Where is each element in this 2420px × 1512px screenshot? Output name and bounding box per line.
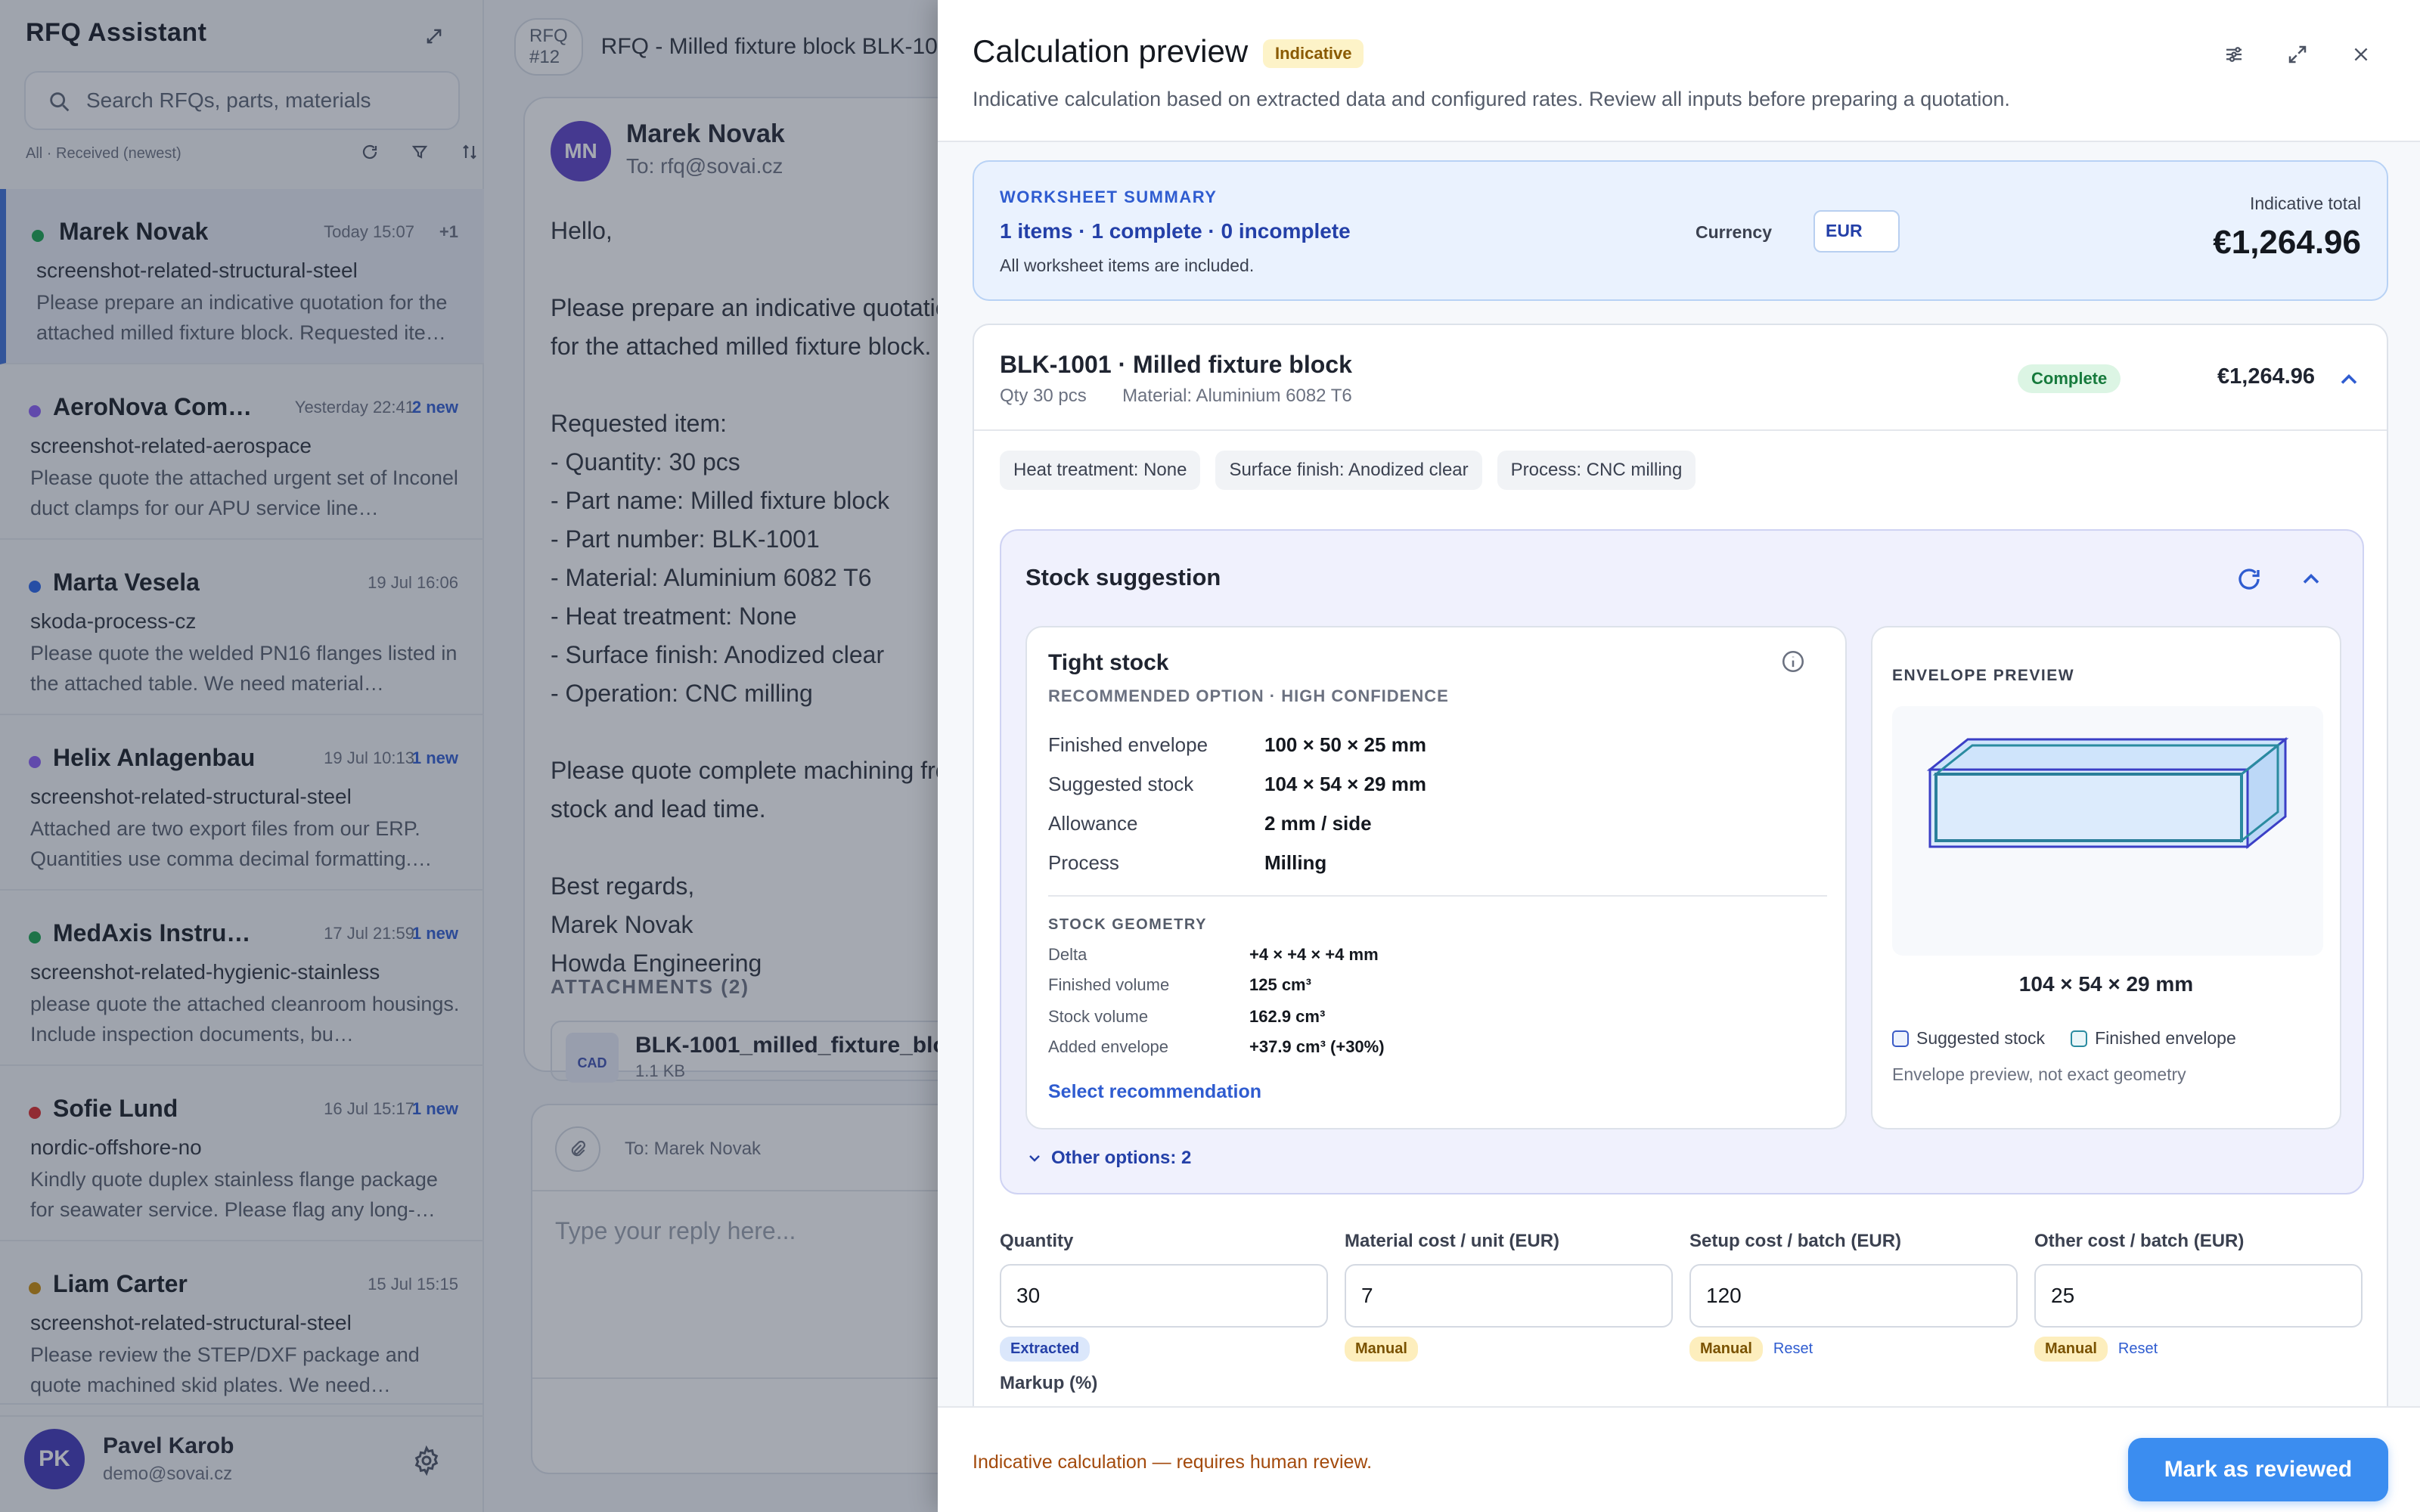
panel-title: Calculation preview (973, 33, 1249, 69)
total-label: Indicative total (2249, 194, 2361, 213)
select-recommendation-button[interactable]: Select recommendation (1048, 1081, 1261, 1103)
row-label: Process (1048, 851, 1119, 874)
markup-label: Markup (%) (1000, 1373, 1098, 1393)
row-label: Finished envelope (1048, 733, 1208, 756)
indicative-badge: Indicative (1263, 39, 1364, 68)
field-label: Setup cost / batch (EUR) (1689, 1231, 1902, 1251)
legend-finished-envelope[interactable]: Finished envelope (2071, 1028, 2236, 1049)
worksheet-item: BLK-1001 · Milled fixture block Qty 30 p… (973, 324, 2388, 1406)
source-tag: Manual (1689, 1337, 1763, 1362)
stock-suggestion: Stock suggestion Tight stock RECOMMENDED… (1000, 529, 2364, 1194)
source-tag: Manual (1345, 1337, 1418, 1362)
item-qty: Qty 30 pcs (1000, 386, 1087, 406)
envelope-preview: ENVELOPE PREVIEW 104 × 54 × 29 mm Sugges… (1871, 626, 2341, 1129)
summary-label: WORKSHEET SUMMARY (1000, 187, 1218, 206)
item-meta: Qty 30 pcs Material: Aluminium 6082 T6 (1000, 386, 1352, 407)
row-label: Suggested stock (1048, 773, 1194, 795)
item-material: Material: Aluminium 6082 T6 (1122, 386, 1352, 406)
setup-cost-input[interactable]: 120 (1689, 1264, 2018, 1328)
row-value: 100 × 50 × 25 mm (1264, 733, 1426, 756)
panel-subtitle: Indicative calculation based on extracte… (973, 88, 2010, 110)
attribute-chip: Heat treatment: None (1000, 451, 1201, 490)
row-value: 104 × 54 × 29 mm (1264, 773, 1426, 795)
stock-title: Stock suggestion (1025, 564, 1221, 590)
item-attributes: Heat treatment: None Surface finish: Ano… (1000, 451, 1696, 490)
refresh-icon[interactable] (2235, 565, 2263, 593)
other-cost-field-group: Other cost / batch (EUR) 25 Manual Reset (2034, 1231, 2363, 1362)
panel-content[interactable]: WORKSHEET SUMMARY 1 items · 1 complete ·… (938, 142, 2420, 1406)
review-warning: Indicative calculation — requires human … (973, 1452, 1373, 1473)
reset-link[interactable]: Reset (1773, 1340, 1813, 1357)
reset-link[interactable]: Reset (2118, 1340, 2158, 1357)
envelope-label: ENVELOPE PREVIEW (1892, 667, 2075, 684)
info-icon[interactable] (1780, 649, 1806, 674)
row-value: 2 mm / side (1264, 812, 1372, 835)
legend-suggested-stock[interactable]: Suggested stock (1892, 1028, 2045, 1049)
geometry-key: Finished volume (1048, 975, 1170, 994)
chevron-up-icon[interactable] (2297, 565, 2325, 593)
geometry-label: STOCK GEOMETRY (1048, 916, 1207, 933)
chevron-up-icon[interactable] (2335, 366, 2363, 393)
field-label: Material cost / unit (EUR) (1345, 1231, 1560, 1251)
option-title: Tight stock (1048, 650, 1169, 675)
legend-label: Suggested stock (1916, 1028, 2046, 1048)
summary-counts: 1 items · 1 complete · 0 incomplete (1000, 219, 1351, 243)
envelope-drawing (1892, 706, 2323, 956)
status-badge: Complete (2018, 364, 2121, 393)
field-label: Quantity (1000, 1231, 1074, 1251)
expand-icon[interactable] (2282, 39, 2313, 70)
worksheet-summary: WORKSHEET SUMMARY 1 items · 1 complete ·… (973, 160, 2388, 301)
mark-as-reviewed-button[interactable]: Mark as reviewed (2128, 1438, 2388, 1501)
geometry-value: 162.9 cm³ (1249, 1007, 1326, 1026)
geometry-key: Stock volume (1048, 1007, 1149, 1026)
legend-label: Finished envelope (2095, 1028, 2236, 1048)
currency-label: Currency (1696, 222, 1772, 242)
geometry-key: Added envelope (1048, 1037, 1169, 1056)
material-cost-field-group: Material cost / unit (EUR) 7 Manual (1345, 1231, 1673, 1362)
divider (1048, 895, 1827, 897)
panel-footer: Indicative calculation — requires human … (938, 1406, 2420, 1512)
stock-box-illustration (1926, 736, 2289, 850)
setup-cost-field-group: Setup cost / batch (EUR) 120 Manual Reset (1689, 1231, 2018, 1362)
quantity-field-group: Quantity 30 Extracted (1000, 1231, 1328, 1362)
checkbox[interactable] (2071, 1030, 2088, 1047)
geometry-value: +4 × +4 × +4 mm (1249, 945, 1379, 964)
settings-sliders-icon[interactable] (2219, 39, 2249, 70)
item-header[interactable]: BLK-1001 · Milled fixture block Qty 30 p… (974, 325, 2387, 431)
row-value: Milling (1264, 851, 1327, 874)
other-options-label: Other options: 2 (1051, 1148, 1192, 1168)
geometry-value: +37.9 cm³ (+30%) (1249, 1037, 1385, 1056)
geometry-key: Delta (1048, 945, 1087, 964)
quantity-input[interactable]: 30 (1000, 1264, 1328, 1328)
geometry-value: 125 cm³ (1249, 975, 1311, 994)
close-icon[interactable] (2346, 39, 2376, 70)
material-cost-input[interactable]: 7 (1345, 1264, 1673, 1328)
option-confidence: RECOMMENDED OPTION · HIGH CONFIDENCE (1048, 686, 1449, 705)
calculation-preview-panel: Calculation preview Indicative Indicativ… (938, 0, 2420, 1512)
envelope-dimensions: 104 × 54 × 29 mm (2018, 972, 2194, 996)
item-title: BLK-1001 · Milled fixture block (1000, 351, 1352, 378)
indicative-total: €1,264.96 (2213, 224, 2361, 261)
attribute-chip: Surface finish: Anodized clear (1215, 451, 1482, 490)
tight-stock-option[interactable]: Tight stock RECOMMENDED OPTION · HIGH CO… (1025, 626, 1847, 1129)
row-label: Allowance (1048, 812, 1138, 835)
summary-included: All worksheet items are included. (1000, 256, 1255, 275)
envelope-legend: Suggested stock Finished envelope (1892, 1028, 2236, 1049)
source-tag: Manual (2034, 1337, 2108, 1362)
modal-backdrop[interactable] (0, 0, 938, 1512)
other-cost-input[interactable]: 25 (2034, 1264, 2363, 1328)
attribute-chip: Process: CNC milling (1497, 451, 1696, 490)
item-price: €1,264.96 (2217, 364, 2316, 389)
chevron-down-icon (1029, 1155, 1040, 1162)
checkbox[interactable] (1892, 1030, 1909, 1047)
field-label: Other cost / batch (EUR) (2034, 1231, 2245, 1251)
currency-select[interactable]: EUR (1813, 210, 1900, 253)
source-tag: Extracted (1000, 1337, 1091, 1362)
envelope-note: Envelope preview, not exact geometry (1892, 1064, 2186, 1084)
other-options-toggle[interactable]: Other options: 2 (1025, 1148, 1191, 1169)
